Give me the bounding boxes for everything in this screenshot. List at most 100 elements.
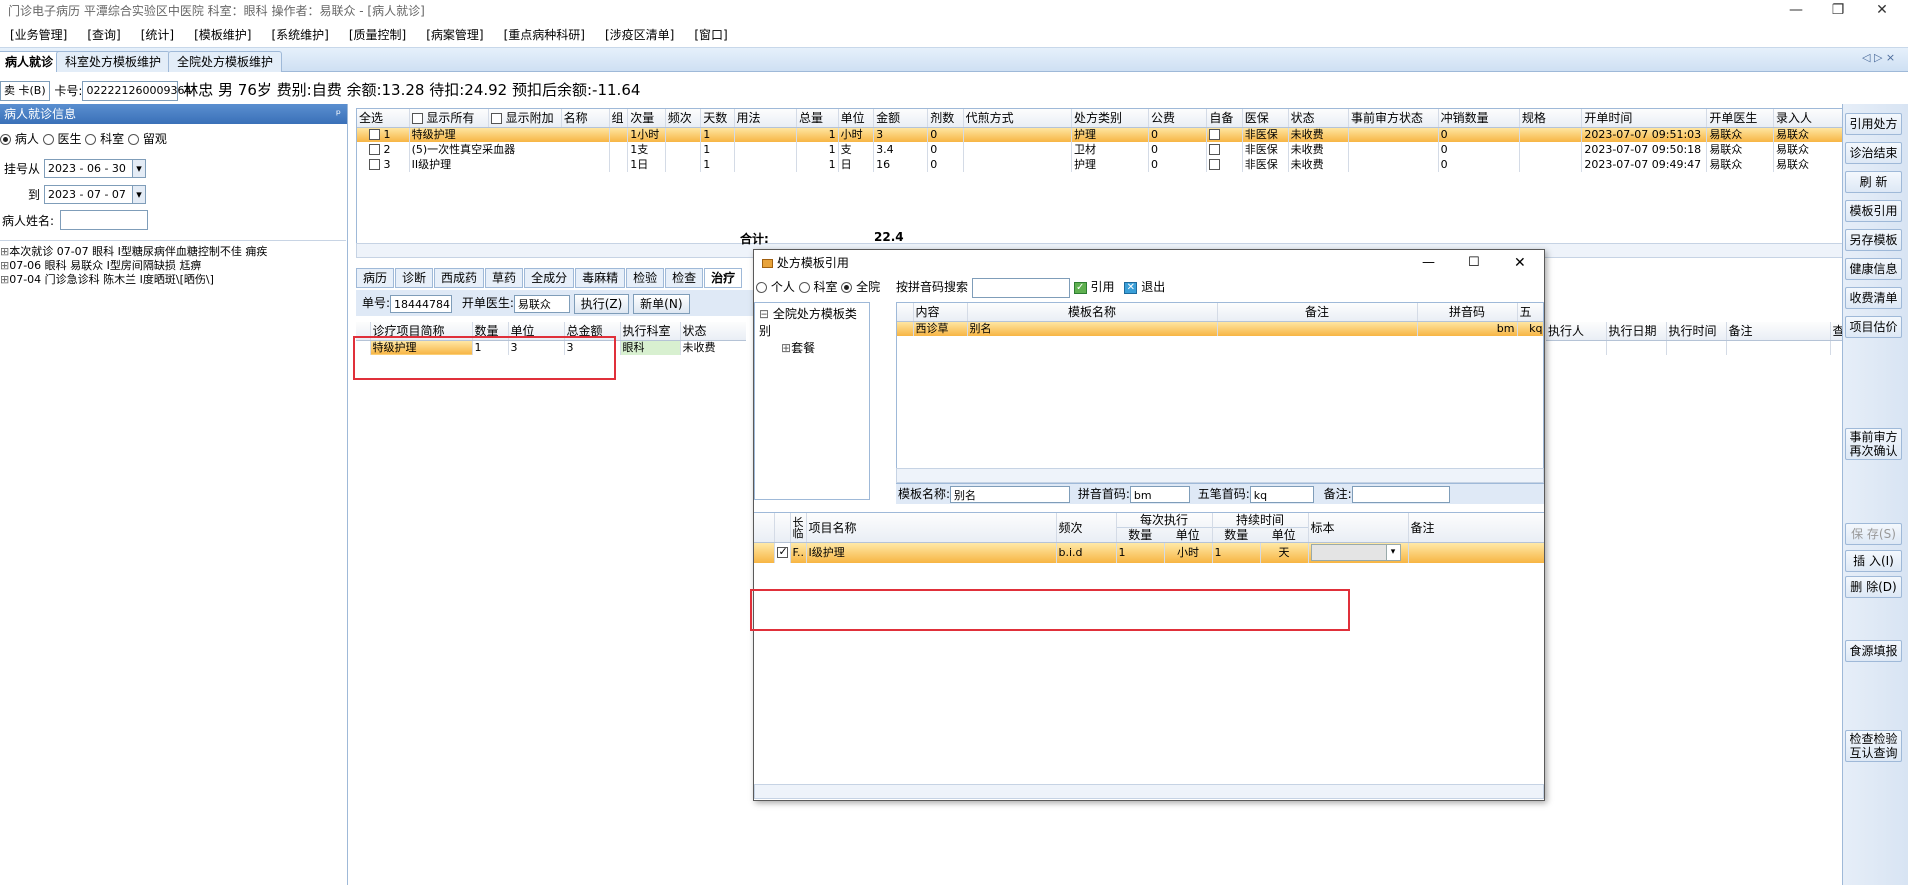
save-as-template-button[interactable]: 另存模板 xyxy=(1845,229,1902,251)
dialog-close-button[interactable]: ✕ xyxy=(1514,250,1526,276)
menu-business[interactable]: [业务管理] xyxy=(0,22,77,48)
menu-template[interactable]: [模板维护] xyxy=(184,22,261,48)
table-row[interactable]: ✓ F.. I级护理 b.i.d 1 小时 1 天 ▾ xyxy=(754,542,1544,563)
table-row[interactable]: 3 II级护理 1日 1 1 日 16 0 护理 0 非医保 未收费 0 2023-07-07 … xyxy=(357,157,1843,172)
pin-icon[interactable]: ᵖ xyxy=(336,104,341,124)
menu-window[interactable]: [窗口] xyxy=(684,22,737,48)
chevron-down-icon[interactable]: ▾ xyxy=(132,185,146,204)
card-button[interactable]: 卖 卡(B) xyxy=(0,80,50,101)
radio-dept[interactable] xyxy=(85,134,97,145)
dialog-maximize-button[interactable]: ☐ xyxy=(1468,250,1480,276)
card-no-input[interactable]: 022221260009364 xyxy=(82,80,191,101)
new-order-button[interactable]: 新单(N) xyxy=(633,293,690,314)
row-checkbox[interactable]: 1 xyxy=(357,127,410,142)
rx-col-select-all[interactable]: 全选 xyxy=(357,109,410,128)
delete-button[interactable]: 删 除(D) xyxy=(1845,576,1902,598)
doctor-field[interactable]: 易联众 xyxy=(513,294,570,313)
rx-col-public: 公费 xyxy=(1148,109,1208,128)
menu-system[interactable]: [系统维护] xyxy=(262,22,339,48)
detail-scrollbar[interactable] xyxy=(754,784,1544,799)
rx-col-show-all[interactable]: 显示所有 xyxy=(409,109,489,128)
specimen-select[interactable]: ▾ xyxy=(1310,544,1401,562)
reg-from-date[interactable]: 2023 - 06 - 30 xyxy=(44,159,146,178)
pinyin-search-input[interactable] xyxy=(971,277,1070,298)
tab-diagnosis[interactable]: 诊断 xyxy=(395,268,434,288)
tree-item[interactable]: ⊞07-04 门诊急诊科 陈木兰 I度晒斑\[晒伤\] xyxy=(0,273,346,287)
row-checkbox[interactable]: 3 xyxy=(357,157,410,172)
tab-lab[interactable]: 检验 xyxy=(626,268,665,288)
finish-visit-button[interactable]: 诊治结束 xyxy=(1845,142,1902,164)
menu-records[interactable]: [病案管理] xyxy=(416,22,493,48)
insert-button[interactable]: 插 入(I) xyxy=(1845,550,1902,572)
menu-epidemic[interactable]: [涉疫区清单] xyxy=(595,22,684,48)
dialog-minimize-button[interactable]: — xyxy=(1422,250,1435,276)
table-row[interactable]: 1 特级护理 1小时 1 1 小时 3 0 护理 0 非医保 未收费 0 2023-07-07 … xyxy=(357,127,1843,142)
tab-nav-arrows[interactable]: ◁ ▷ × xyxy=(1862,51,1895,64)
radio-doctor[interactable] xyxy=(42,134,54,145)
tab-hospital-template[interactable]: 全院处方模板维护 xyxy=(168,51,283,72)
fee-list-button[interactable]: 收费清单 xyxy=(1845,287,1902,309)
table-row[interactable]: 2 (5)一次性真空采血器 1支 1 1 支 3.4 0 卫材 0 非医保 未收费 0 2023… xyxy=(357,142,1843,157)
rx-entry: 易联众 xyxy=(1773,142,1843,157)
restore-button[interactable]: ❐ xyxy=(1818,0,1858,22)
template-name-label: 模板名称: xyxy=(898,487,951,501)
quote-button[interactable]: ✓ 引用 xyxy=(1073,280,1115,294)
close-button[interactable]: ✕ xyxy=(1862,0,1902,22)
pre-review-confirm-button[interactable]: 事前审方再次确认 xyxy=(1845,428,1902,460)
tree-item-package[interactable]: ⊞套餐 xyxy=(759,339,865,356)
pinyin-code-input[interactable]: bm xyxy=(1129,486,1190,503)
reg-to-date[interactable]: 2023 - 07 - 07 xyxy=(44,185,146,204)
tab-exam[interactable]: 检查 xyxy=(665,268,704,288)
menu-quality[interactable]: [质量控制] xyxy=(339,22,416,48)
doctor-label: 开单医生: xyxy=(461,296,514,310)
wubi-code-input[interactable]: kq xyxy=(1249,486,1314,503)
card-no-label: 卡号: xyxy=(54,84,83,98)
menu-research[interactable]: [重点病种科研] xyxy=(494,22,595,48)
tree-item[interactable]: ⊞本次就诊 07-07 眼科 I型糖尿病伴血糖控制不佳 痈疾 xyxy=(0,245,346,259)
menu-stats[interactable]: [统计] xyxy=(131,22,184,48)
item-estimate-button[interactable]: 项目估价 xyxy=(1845,316,1902,338)
chevron-down-icon[interactable]: ▾ xyxy=(1385,545,1400,561)
template-quote-button[interactable]: 模板引用 xyxy=(1845,200,1902,222)
tab-patient-visit[interactable]: 病人就诊 xyxy=(0,51,63,72)
rx-entry: 易联众 xyxy=(1773,157,1843,172)
tab-record[interactable]: 病历 xyxy=(356,268,395,288)
template-name-input[interactable]: 别名 xyxy=(950,486,1071,503)
exit-button[interactable]: ✕ 退出 xyxy=(1124,280,1165,294)
scope-dept[interactable] xyxy=(798,282,810,293)
detail-item-name: I级护理 xyxy=(806,542,1057,563)
tab-herbal[interactable]: 草药 xyxy=(485,268,524,288)
table-row[interactable]: 西诊草 别名 bm kq xyxy=(897,321,1543,336)
pinyin-code-label: 拼音首码: xyxy=(1077,487,1130,501)
remark-input[interactable] xyxy=(1351,486,1450,503)
patient-name-input[interactable] xyxy=(60,210,148,230)
minimize-button[interactable]: — xyxy=(1776,0,1816,22)
row-checkbox[interactable]: 2 xyxy=(357,142,410,157)
tree-item[interactable]: ⊞07-06 眼科 易联众 I型房间隔缺损 尪痹 xyxy=(0,259,346,273)
tab-controlled[interactable]: 毒麻精 xyxy=(575,268,626,288)
radio-observe[interactable] xyxy=(128,134,140,145)
tab-dept-template[interactable]: 科室处方模板维护 xyxy=(56,51,171,72)
radio-observe-label: 留观 xyxy=(142,132,167,146)
template-list-scrollbar[interactable] xyxy=(896,468,1544,483)
food-report-button[interactable]: 食源填报 xyxy=(1845,640,1902,662)
health-info-button[interactable]: 健康信息 xyxy=(1845,258,1902,280)
order-no-field[interactable]: 18444784 xyxy=(390,294,453,313)
tab-full-ingredient[interactable]: 全成分 xyxy=(524,268,575,288)
scope-hospital[interactable] xyxy=(841,282,853,293)
save-button[interactable]: 保 存(S) xyxy=(1845,523,1902,545)
chevron-down-icon[interactable]: ▾ xyxy=(132,159,146,178)
scope-personal[interactable] xyxy=(756,282,767,293)
menu-query[interactable]: [查询] xyxy=(77,22,130,48)
radio-patient[interactable] xyxy=(0,134,11,145)
exam-mutual-query-button[interactable]: 检查检验互认查询 xyxy=(1845,730,1902,762)
execute-button[interactable]: 执行(Z) xyxy=(573,293,630,314)
rx-col-show-extra[interactable]: 显示附加 xyxy=(488,109,562,128)
tree-root[interactable]: ⊟ 全院处方模板类别 xyxy=(759,305,865,339)
quote-prescription-button[interactable]: 引用处方 xyxy=(1845,113,1902,135)
tab-western-med[interactable]: 西成药 xyxy=(434,268,485,288)
detail-checkbox[interactable]: ✓ xyxy=(776,545,788,559)
refresh-button[interactable]: 刷 新 xyxy=(1845,171,1902,193)
rx-col-group: 组 xyxy=(609,109,629,128)
tab-treatment[interactable]: 治疗 xyxy=(704,268,743,288)
